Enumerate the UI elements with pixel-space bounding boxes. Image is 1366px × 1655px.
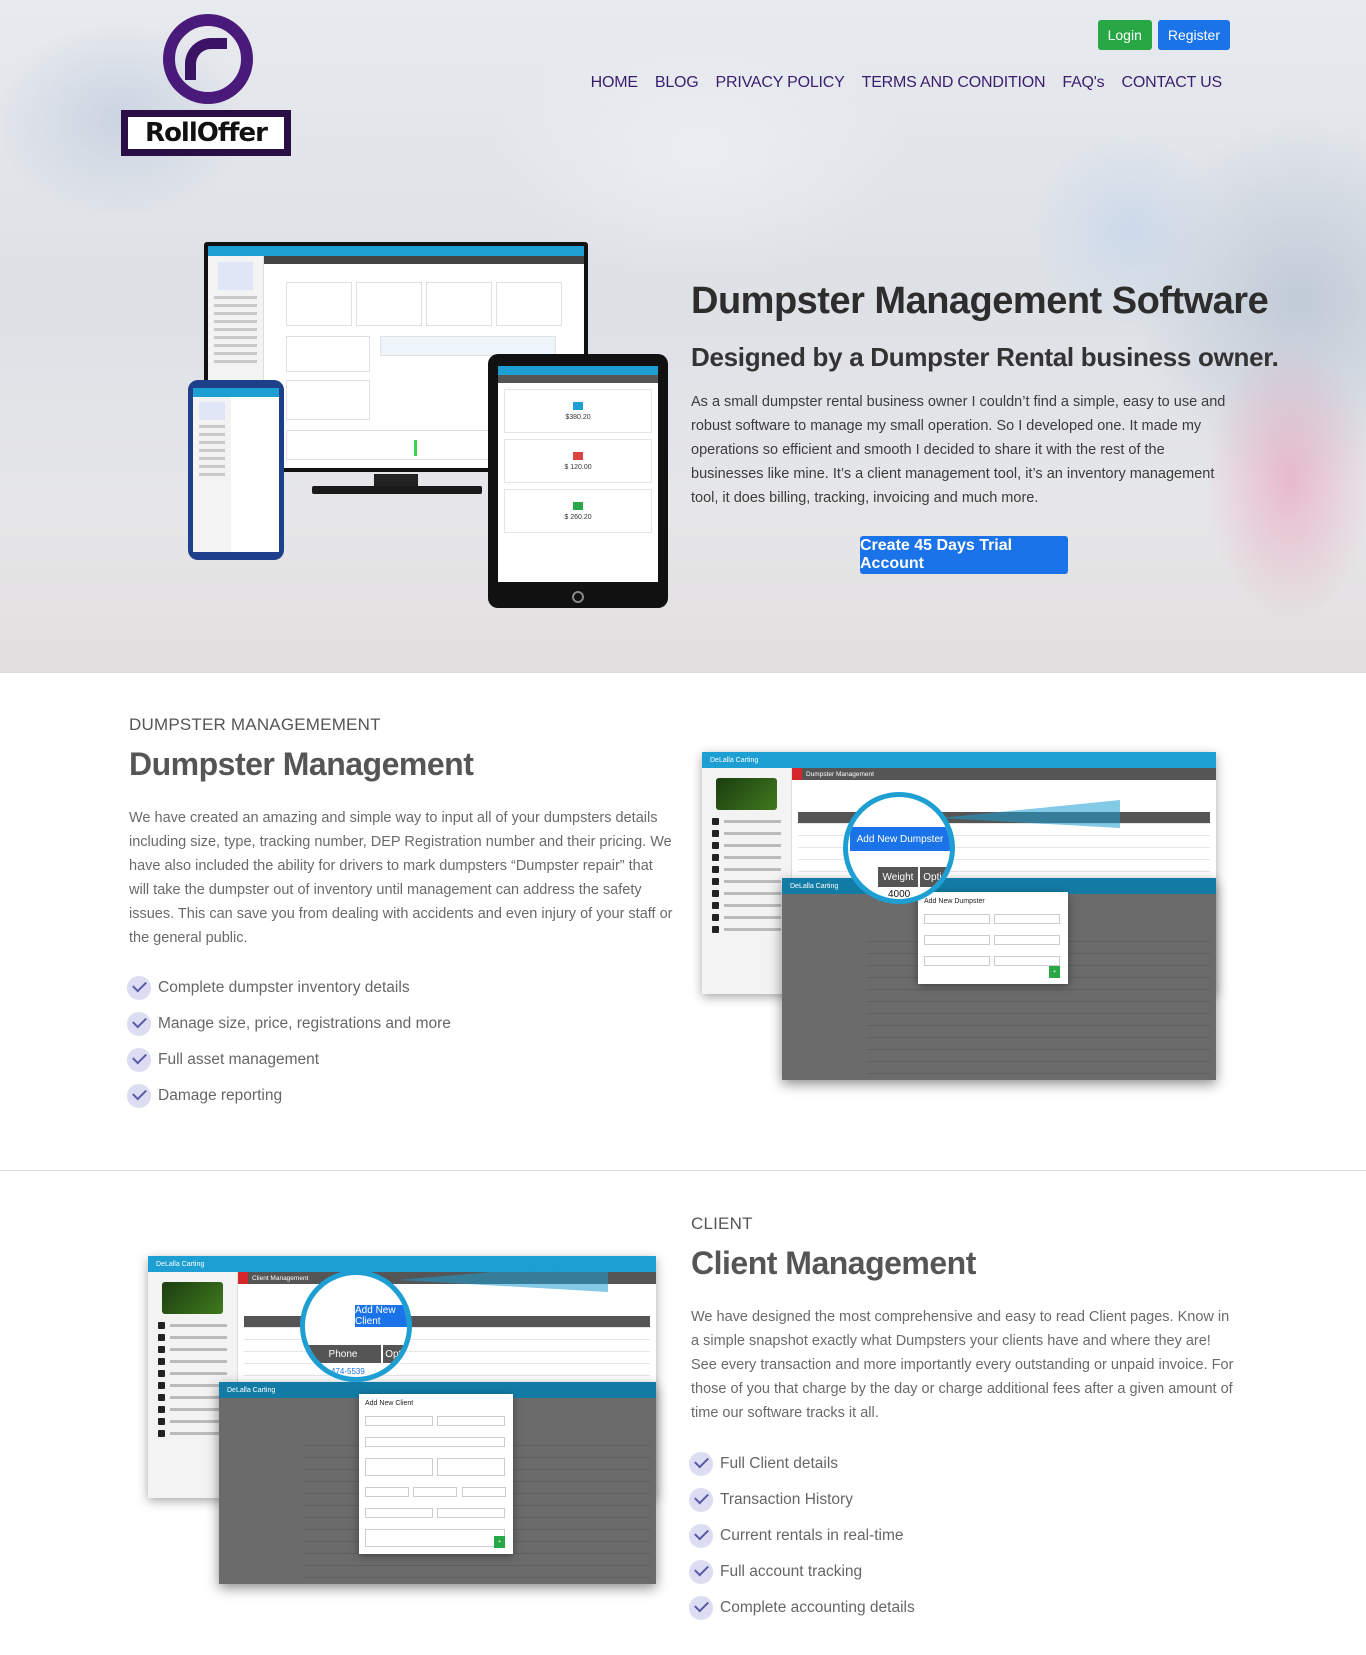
money-in-icon [573,501,583,510]
client-feature-list: Full Client details Transaction History … [689,1446,915,1626]
check-icon [127,1084,151,1108]
hero-title: Dumpster Management Software [691,280,1269,322]
hero-subtitle: Designed by a Dumpster Rental business o… [691,342,1279,372]
tablet-home-button-icon [572,591,584,603]
check-icon [689,1488,713,1512]
hero-section: RollOffer Login Register HOME BLOG PRIVA… [0,0,1366,672]
check-icon [689,1596,713,1620]
list-item: Full account tracking [689,1554,915,1590]
add-client-modal: Add New Client + [359,1394,513,1554]
page: { "brand": {"logo_text": "RollOffer"}, "… [0,0,1366,1655]
create-trial-account-button[interactable]: Create 45 Days Trial Account [860,536,1068,574]
nav-home[interactable]: HOME [591,74,638,92]
list-item: Complete accounting details [689,1590,915,1626]
dumpster-feature-list: Complete dumpster inventory details Mana… [127,970,451,1114]
list-item: Damage reporting [127,1078,451,1114]
register-button[interactable]: Register [1157,20,1230,50]
list-item: Manage size, price, registrations and mo… [127,1006,451,1042]
add-dumpster-modal: Add New Dumpster + [918,892,1068,984]
client-description: We have designed the most comprehensive … [691,1309,1234,1421]
dumpster-modal-screenshot: DeLalla Carting Add New Dumpster + [782,878,1216,1080]
nav-terms[interactable]: TERMS AND CONDITION [862,74,1046,92]
money-icon [573,401,583,410]
tablet-mockup: $380.20 $ 120.00 $ 260.20 [488,354,668,608]
logo-text: RollOffer [145,118,268,148]
check-icon [127,1048,151,1072]
dumpster-zoom-callout: Add New Dumpster Weight Option 4000 [843,792,955,904]
login-button[interactable]: Login [1097,20,1152,50]
money-out-icon [573,451,583,460]
client-logo [716,778,777,810]
check-icon [689,1524,713,1548]
check-icon [689,1452,713,1476]
divider [0,1170,1366,1171]
dumpster-description: We have created an amazing and simple wa… [129,810,673,946]
nav-blog[interactable]: BLOG [655,74,699,92]
nav-privacy-policy[interactable]: PRIVACY POLICY [716,74,845,92]
rolloffer-logo[interactable]: RollOffer [121,14,291,156]
client-zoom-callout: Add New Client Phone Option 720-474-5539 [300,1270,412,1382]
main-nav: HOME BLOG PRIVACY POLICY TERMS AND CONDI… [591,74,1223,92]
list-item: Complete dumpster inventory details [127,970,451,1006]
phone-mockup [188,380,284,560]
list-item: Transaction History [689,1482,915,1518]
client-logo [162,1282,223,1314]
client-eyebrow: CLIENT [691,1214,753,1233]
check-icon [127,1012,151,1036]
nav-faq[interactable]: FAQ's [1062,74,1104,92]
dumpster-title: Dumpster Management [129,746,474,782]
list-item: Full Client details [689,1446,915,1482]
dumpster-eyebrow: DUMPSTER MANAGEMEMENT [129,715,381,734]
client-modal-screenshot: DeLalla Carting Add New Client + [219,1382,656,1584]
check-icon [689,1560,713,1584]
check-icon [127,976,151,1000]
list-item: Current rentals in real-time [689,1518,915,1554]
hero-description: As a small dumpster rental business owne… [691,394,1226,506]
client-title: Client Management [691,1245,976,1281]
divider [0,672,1366,673]
list-item: Full asset management [127,1042,451,1078]
auth-buttons: Login Register [1097,20,1230,50]
nav-contact-us[interactable]: CONTACT US [1121,74,1222,92]
